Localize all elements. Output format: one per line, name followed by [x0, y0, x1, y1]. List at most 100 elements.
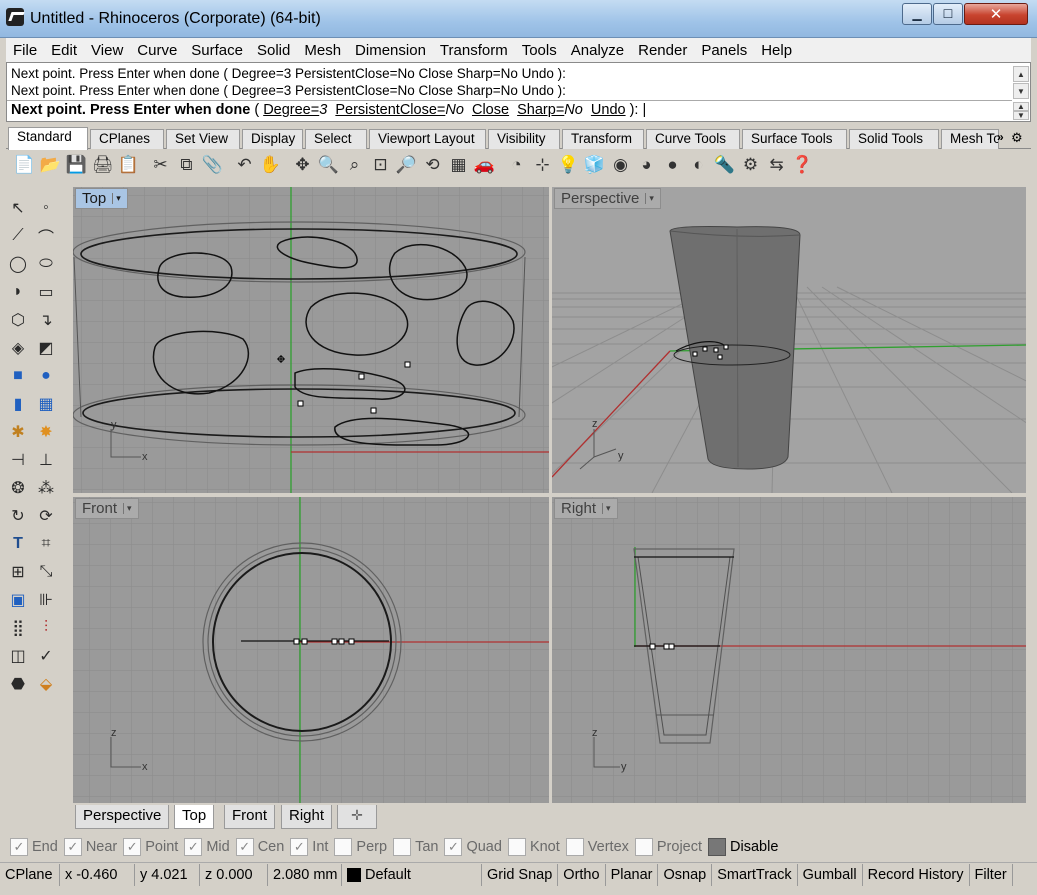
ambient-icon[interactable]: 🔦 — [712, 153, 737, 178]
viewport-title-top[interactable]: Top ▾ — [75, 188, 128, 209]
toolbar-tab-standard[interactable]: Standard — [8, 127, 88, 150]
osnap-tan[interactable]: Tan — [393, 838, 438, 856]
zoom-extents-icon[interactable]: ⊡ — [368, 153, 393, 178]
filter-button[interactable]: Filter — [970, 863, 1013, 886]
car-render-icon[interactable]: 🚗 — [472, 153, 497, 178]
viewport-menu-arrow-icon[interactable]: ▾ — [602, 503, 611, 514]
osnap-checkbox-icon[interactable]: ✓ — [290, 838, 309, 856]
open-file-icon[interactable]: 📂 — [38, 153, 63, 178]
osnap-icon[interactable]: ⊹ — [530, 153, 555, 178]
help-icon[interactable]: ❓ — [790, 153, 815, 178]
polygon-icon[interactable]: ⬡ — [6, 308, 30, 332]
osnap-checkbox-icon[interactable]: ✓ — [184, 838, 203, 856]
osnap-checkbox-icon[interactable] — [393, 838, 412, 856]
osnap-checkbox-icon[interactable]: ✓ — [63, 838, 82, 856]
rotate-icon[interactable]: ↻ — [6, 504, 30, 528]
wireframe-sphere-icon[interactable]: ◕ — [634, 153, 659, 178]
import-icon[interactable]: 📋 — [116, 153, 141, 178]
viewport-menu-arrow-icon[interactable]: ▾ — [123, 503, 132, 514]
print-icon[interactable]: 🖨 — [90, 153, 115, 178]
render-sphere-icon[interactable]: ◐ — [686, 153, 711, 178]
viewport-menu-arrow-icon[interactable]: ▾ — [645, 193, 654, 204]
options-gear-icon[interactable]: ⚙ — [738, 153, 763, 178]
prompt-spin-down-icon[interactable]: ▼ — [1013, 111, 1029, 120]
menu-curve[interactable]: Curve — [130, 42, 184, 59]
osnap-checkbox-icon[interactable]: ✓ — [235, 838, 254, 856]
mesh-object-icon[interactable]: ⬣ — [6, 672, 30, 696]
render-material-icon[interactable]: ⬙ — [34, 672, 58, 696]
prompt-spin-up-icon[interactable]: ▲ — [1013, 102, 1029, 111]
new-file-icon[interactable]: 📄 — [12, 153, 37, 178]
add-viewport-tab-icon[interactable]: ✛ — [337, 805, 377, 829]
copy-icon[interactable]: ⧉ — [174, 153, 199, 178]
pan-icon[interactable]: ✋ — [258, 153, 283, 178]
undo-icon[interactable]: ↶ — [232, 153, 257, 178]
analyze-icon[interactable]: ◫ — [6, 644, 30, 668]
rotate-view-icon[interactable]: ✥ — [290, 153, 315, 178]
toolbar-tab-display[interactable]: Display — [242, 129, 303, 149]
viewport-title-front[interactable]: Front ▾ — [75, 498, 139, 519]
option-undo[interactable]: Undo — [591, 102, 626, 118]
smarttrack-toggle[interactable]: SmartTrack — [712, 863, 798, 886]
osnap-checkbox-icon[interactable]: ✓ — [123, 838, 142, 856]
osnap-checkbox-icon[interactable]: ✓ — [10, 838, 28, 856]
osnap-checkbox-icon[interactable] — [334, 838, 353, 856]
history-scroll-down-icon[interactable]: ▼ — [1013, 83, 1029, 99]
cylinder-icon[interactable]: ▮ — [6, 392, 30, 416]
menu-render[interactable]: Render — [631, 42, 694, 59]
viewport-perspective[interactable]: z y Perspective ▾ — [552, 187, 1026, 493]
osnap-project[interactable]: Project — [634, 838, 702, 856]
zoom-icon[interactable]: 🔍 — [316, 153, 341, 178]
zoom-selected-icon[interactable]: 🔎 — [394, 153, 419, 178]
front-view-canvas[interactable]: z x — [73, 497, 549, 803]
arc-icon[interactable]: ◗ — [6, 280, 30, 304]
sphere-solid-icon[interactable]: ● — [34, 364, 58, 388]
osnap-near[interactable]: ✓ Near — [63, 838, 117, 856]
osnap-disable[interactable]: Disable — [708, 838, 778, 856]
history-scroll-up-icon[interactable]: ▲ — [1013, 66, 1029, 82]
extrude-curve-icon[interactable]: ◩ — [34, 336, 58, 360]
osnap-toggle[interactable]: Osnap — [658, 863, 713, 886]
toolbar-tab-curve-tools[interactable]: Curve Tools — [646, 129, 740, 149]
current-layer[interactable]: Default — [342, 863, 482, 886]
group-icon[interactable]: ❂ — [6, 476, 30, 500]
toolbar-tab-mesh-to[interactable]: Mesh To — [941, 129, 999, 149]
gumball-toggle[interactable]: Gumball — [798, 863, 863, 886]
toolbar-tab-surface-tools[interactable]: Surface Tools — [742, 129, 847, 149]
grid-array-icon[interactable]: ⣿ — [6, 616, 30, 640]
osnap-quad[interactable]: ✓ Quad — [444, 838, 502, 856]
circle-icon[interactable]: ◯ — [6, 252, 30, 276]
gear-icon[interactable]: ⚙ — [1011, 130, 1027, 146]
close-button[interactable]: ✕ — [964, 3, 1028, 25]
command-prompt[interactable]: Next point. Press Enter when done ( Degr… — [11, 102, 646, 118]
planar-toggle[interactable]: Planar — [606, 863, 659, 886]
menu-mesh[interactable]: Mesh — [297, 42, 348, 59]
properties-icon[interactable]: ⇆ — [764, 153, 789, 178]
split-icon[interactable]: ⊣ — [6, 448, 30, 472]
ellipse-icon[interactable]: ⬭ — [34, 252, 58, 276]
viewport-top[interactable]: y x Top ▾ — [73, 187, 549, 493]
osnap-end[interactable]: ✓ End — [10, 838, 58, 856]
menu-edit[interactable]: Edit — [44, 42, 84, 59]
menu-panels[interactable]: Panels — [694, 42, 754, 59]
top-view-canvas[interactable]: y x — [73, 187, 549, 493]
option-degree[interactable]: Degree= — [263, 102, 319, 118]
polyline-icon[interactable]: ⟋ — [6, 224, 30, 248]
menu-solid[interactable]: Solid — [250, 42, 297, 59]
osnap-checkbox-icon[interactable] — [634, 838, 653, 856]
cut-icon[interactable]: ✂ — [148, 153, 173, 178]
shaded-sphere-icon[interactable]: ● — [660, 153, 685, 178]
toolbar-tab-visibility[interactable]: Visibility — [488, 129, 560, 149]
osnap-knot[interactable]: Knot — [507, 838, 560, 856]
menu-help[interactable]: Help — [754, 42, 799, 59]
point-icon[interactable]: ◦ — [34, 196, 58, 220]
osnap-checkbox-icon[interactable] — [507, 838, 526, 856]
more-tabs-icon[interactable]: » — [997, 130, 1004, 144]
layer-icon[interactable]: 🧊 — [582, 153, 607, 178]
dimension-icon[interactable]: ⌗ — [34, 532, 58, 556]
option-sharp[interactable]: Sharp= — [517, 102, 564, 118]
menu-analyze[interactable]: Analyze — [564, 42, 631, 59]
toolbar-tab-set-view[interactable]: Set View — [166, 129, 240, 149]
osnap-perp[interactable]: Perp — [334, 838, 387, 856]
mode-icon[interactable]: ◔ — [504, 153, 529, 178]
